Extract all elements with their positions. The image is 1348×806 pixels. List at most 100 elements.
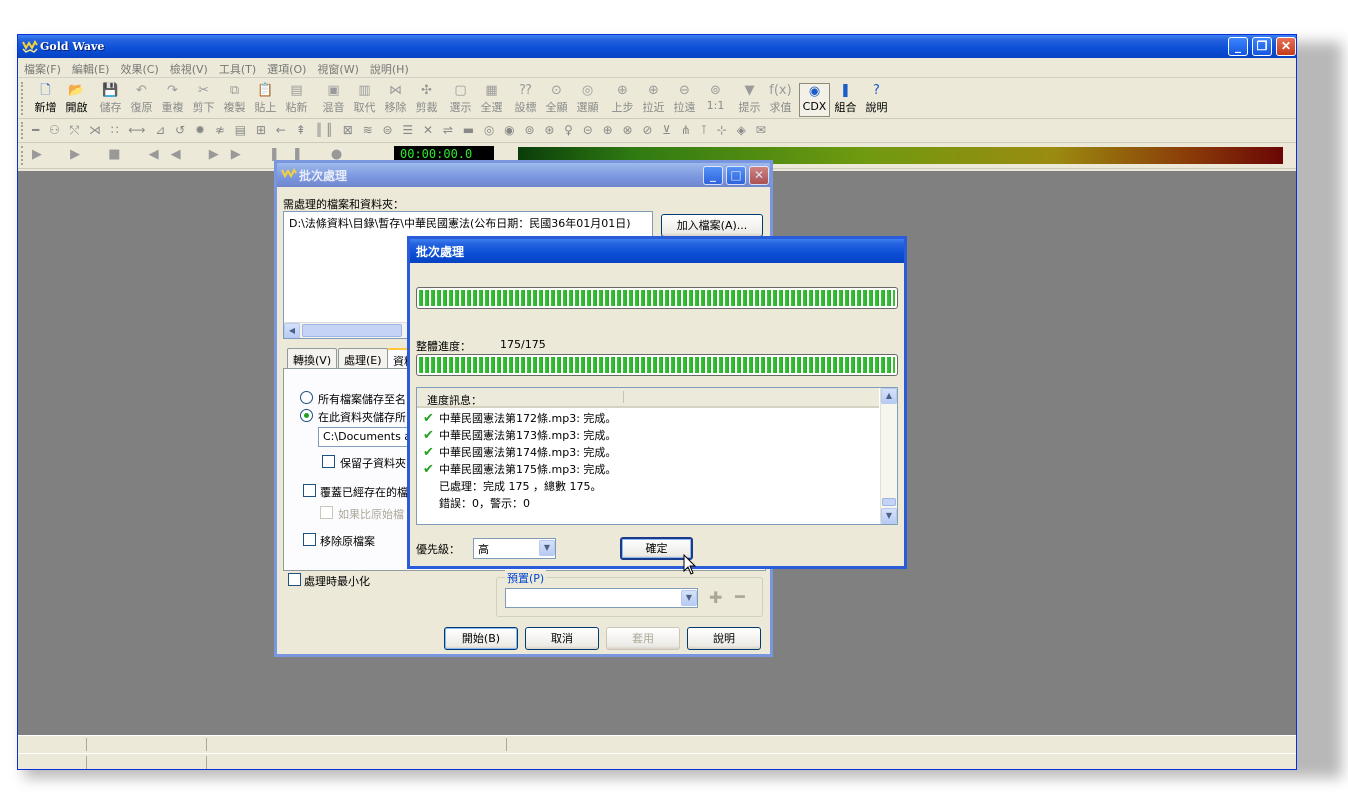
log-line: ✔ 中華民國憲法第175條.mp3: 完成。	[423, 461, 616, 477]
chevron-down-icon[interactable]: ▼	[539, 540, 555, 556]
toolbar-button-5[interactable]: ✂ 剪下	[188, 83, 219, 117]
toolbar-button-0[interactable]: 🗋 新增	[30, 83, 61, 117]
remove-preset-icon[interactable]: ━	[735, 587, 745, 606]
scroll-thumb[interactable]	[882, 498, 896, 506]
add-preset-icon[interactable]: ✚	[709, 588, 722, 607]
log-scrollbar[interactable]: ▲ ▼	[880, 388, 897, 524]
toolbar-button-17[interactable]: ◎ 選顯	[572, 83, 603, 117]
toolbar-button-15[interactable]: ⁇ 設標	[510, 83, 541, 117]
toolbar-button-4[interactable]: ↷ 重複	[157, 83, 188, 117]
toolbar-grip[interactable]	[21, 82, 25, 115]
select-all-icon: ▦	[485, 83, 498, 98]
save-here-radio[interactable]	[300, 409, 313, 422]
log-line: 已處理：完成 175 ，總數 175。	[423, 478, 601, 494]
overall-progress-count: 175/175	[500, 338, 546, 351]
batch-progress-dialog: 批次處理 整體進度： 175/175 進度訊息： ✔ 中華民國憲法第172條.mp…	[407, 236, 907, 569]
preset-select[interactable]: ▼	[505, 588, 698, 608]
menu-edit[interactable]: 編輯(E)	[66, 58, 115, 77]
effects-toolbar: ━ ⚇ ⤲ ⋊ ∷ ⟷ ⊿ ↺ ✹ ≉ ▤ ⊞ ← ⇞ ║║ ⊠ ≋ ⊜ ☰ ✕…	[18, 119, 1296, 143]
save-path-field[interactable]: C:\Documents and	[318, 427, 418, 447]
toolbar-button-26[interactable]: ? 說明	[861, 83, 892, 117]
progress-log[interactable]: 進度訊息： ✔ 中華民國憲法第172條.mp3: 完成。 ✔ 中華民國憲法第173條.…	[416, 387, 898, 525]
keep-subfolders-checkbox[interactable]	[322, 455, 335, 468]
priority-label: 優先級：	[416, 543, 460, 556]
toolbar-button-12[interactable]: ✣ 剪裁	[411, 83, 442, 117]
if-newer-checkbox[interactable]	[320, 506, 333, 519]
progress-dialog-titlebar[interactable]: 批次處理	[410, 239, 904, 263]
remove-original-checkbox[interactable]	[303, 533, 316, 546]
toolbar-button-18[interactable]: ⊕ 上步	[607, 83, 638, 117]
menu-file[interactable]: 檔案(F)	[18, 58, 66, 77]
toolbar-button-1[interactable]: 📂 開啟	[61, 83, 92, 117]
menu-effects[interactable]: 效果(C)	[114, 58, 163, 77]
select-view-icon: ▢	[454, 83, 467, 98]
scroll-left-icon[interactable]: ◀	[284, 323, 300, 338]
toolbar-button-16[interactable]: ⊙ 全顯	[541, 83, 572, 117]
toolbar-button-label: 上步	[611, 101, 634, 114]
tab-process[interactable]: 處理(E)	[338, 348, 388, 368]
chevron-down-icon[interactable]: ▼	[681, 590, 697, 606]
delete-icon: ⋈	[389, 83, 402, 98]
toolbar-button-14[interactable]: ▦ 全選	[476, 83, 507, 117]
menu-options[interactable]: 選項(O)	[261, 58, 311, 77]
toolbar-button-25[interactable]: ❚ 組合	[830, 83, 861, 117]
scroll-down-icon[interactable]: ▼	[881, 508, 897, 524]
toolbar-grip[interactable]	[21, 146, 25, 165]
toolbar-button-24[interactable]: ◉ CDX	[799, 83, 830, 117]
toolbar-button-label: 說明	[865, 101, 888, 114]
cancel-button[interactable]: 取消	[525, 627, 599, 650]
close-button[interactable]: ✕	[749, 166, 769, 185]
preset-label: 預置(P)	[505, 570, 547, 586]
checkmark-icon: ✔	[423, 428, 434, 443]
maximize-button[interactable]: □	[726, 166, 746, 185]
toolbar-button-10[interactable]: ▥ 取代	[349, 83, 380, 117]
log-text: 中華民國憲法第175條.mp3: 完成。	[439, 463, 617, 476]
priority-select[interactable]: 高 ▼	[473, 538, 556, 559]
minimize-button[interactable]: _	[703, 166, 723, 185]
overwrite-checkbox[interactable]	[303, 484, 316, 497]
toolbar-button-label: 開啟	[65, 101, 88, 114]
toolbar-button-13[interactable]: ▢ 選示	[445, 83, 476, 117]
toolbar-button-20[interactable]: ⊖ 拉遠	[669, 83, 700, 117]
start-button[interactable]: 開始(B)	[444, 627, 518, 650]
log-line: ✔ 中華民國憲法第172條.mp3: 完成。	[423, 410, 616, 426]
help-button[interactable]: 說明	[687, 627, 761, 650]
effects-icons[interactable]: ━ ⚇ ⤲ ⋊ ∷ ⟷ ⊿ ↺ ✹ ≉ ▤ ⊞ ← ⇞ ║║ ⊠ ≋ ⊜ ☰ ✕…	[32, 123, 769, 138]
toolbar-button-23[interactable]: f(x) 求值	[765, 83, 796, 117]
checkmark-icon: ✔	[423, 462, 434, 477]
apply-button[interactable]: 套用	[606, 627, 680, 650]
toolbar-button-2[interactable]: 💾 儲存	[95, 83, 126, 117]
menu-help[interactable]: 說明(H)	[364, 58, 414, 77]
menu-window[interactable]: 視窗(W)	[311, 58, 363, 77]
toolbar-button-11[interactable]: ⋈ 移除	[380, 83, 411, 117]
batch-dialog-title: 批次處理	[299, 169, 348, 183]
zoom-out-icon: ⊖	[679, 83, 690, 98]
toolbar-button-9[interactable]: ▣ 混音	[318, 83, 349, 117]
toolbar-button-3[interactable]: ↶ 復原	[126, 83, 157, 117]
close-button[interactable]: ✕	[1276, 37, 1296, 56]
tab-convert[interactable]: 轉換(V)	[287, 348, 338, 368]
toolbar-button-22[interactable]: ▼ 提示	[734, 83, 765, 117]
toolbar-button-label: 組合	[834, 101, 857, 114]
minimize-checkbox[interactable]	[288, 573, 301, 586]
toolbar-button-label: 新增	[34, 101, 57, 114]
toolbar-button-label: 重複	[161, 101, 184, 114]
menu-tools[interactable]: 工具(T)	[213, 58, 261, 77]
minimize-button[interactable]: _	[1228, 37, 1248, 56]
save-all-radio[interactable]	[300, 391, 313, 404]
scroll-up-icon[interactable]: ▲	[881, 388, 897, 404]
toolbar-button-21[interactable]: ⊚ 1:1	[700, 83, 731, 117]
toolbar-button-label: 混音	[322, 101, 345, 114]
toolbar-button-19[interactable]: ⊕ 拉近	[638, 83, 669, 117]
toolbar-button-6[interactable]: ⧉ 複製	[219, 83, 250, 117]
previous-zoom-icon: ⊕	[617, 83, 628, 98]
toolbar-button-8[interactable]: ▤ 粘新	[281, 83, 312, 117]
toolbar-button-7[interactable]: 📋 貼上	[250, 83, 281, 117]
file-item[interactable]: D:\法條資料\目錄\暫存\中華民國憲法(公布日期：民國36年01月01日)	[289, 217, 631, 230]
add-files-button[interactable]: 加入檔案(A)...	[661, 214, 763, 237]
batch-dialog-titlebar[interactable]: 批次處理 _ □ ✕	[277, 163, 770, 187]
app-titlebar[interactable]: Gold Wave _ ❐ ✕	[18, 35, 1296, 58]
restore-button[interactable]: ❐	[1252, 37, 1272, 56]
menu-view[interactable]: 檢視(V)	[164, 58, 213, 77]
toolbar-grip[interactable]	[21, 122, 25, 139]
